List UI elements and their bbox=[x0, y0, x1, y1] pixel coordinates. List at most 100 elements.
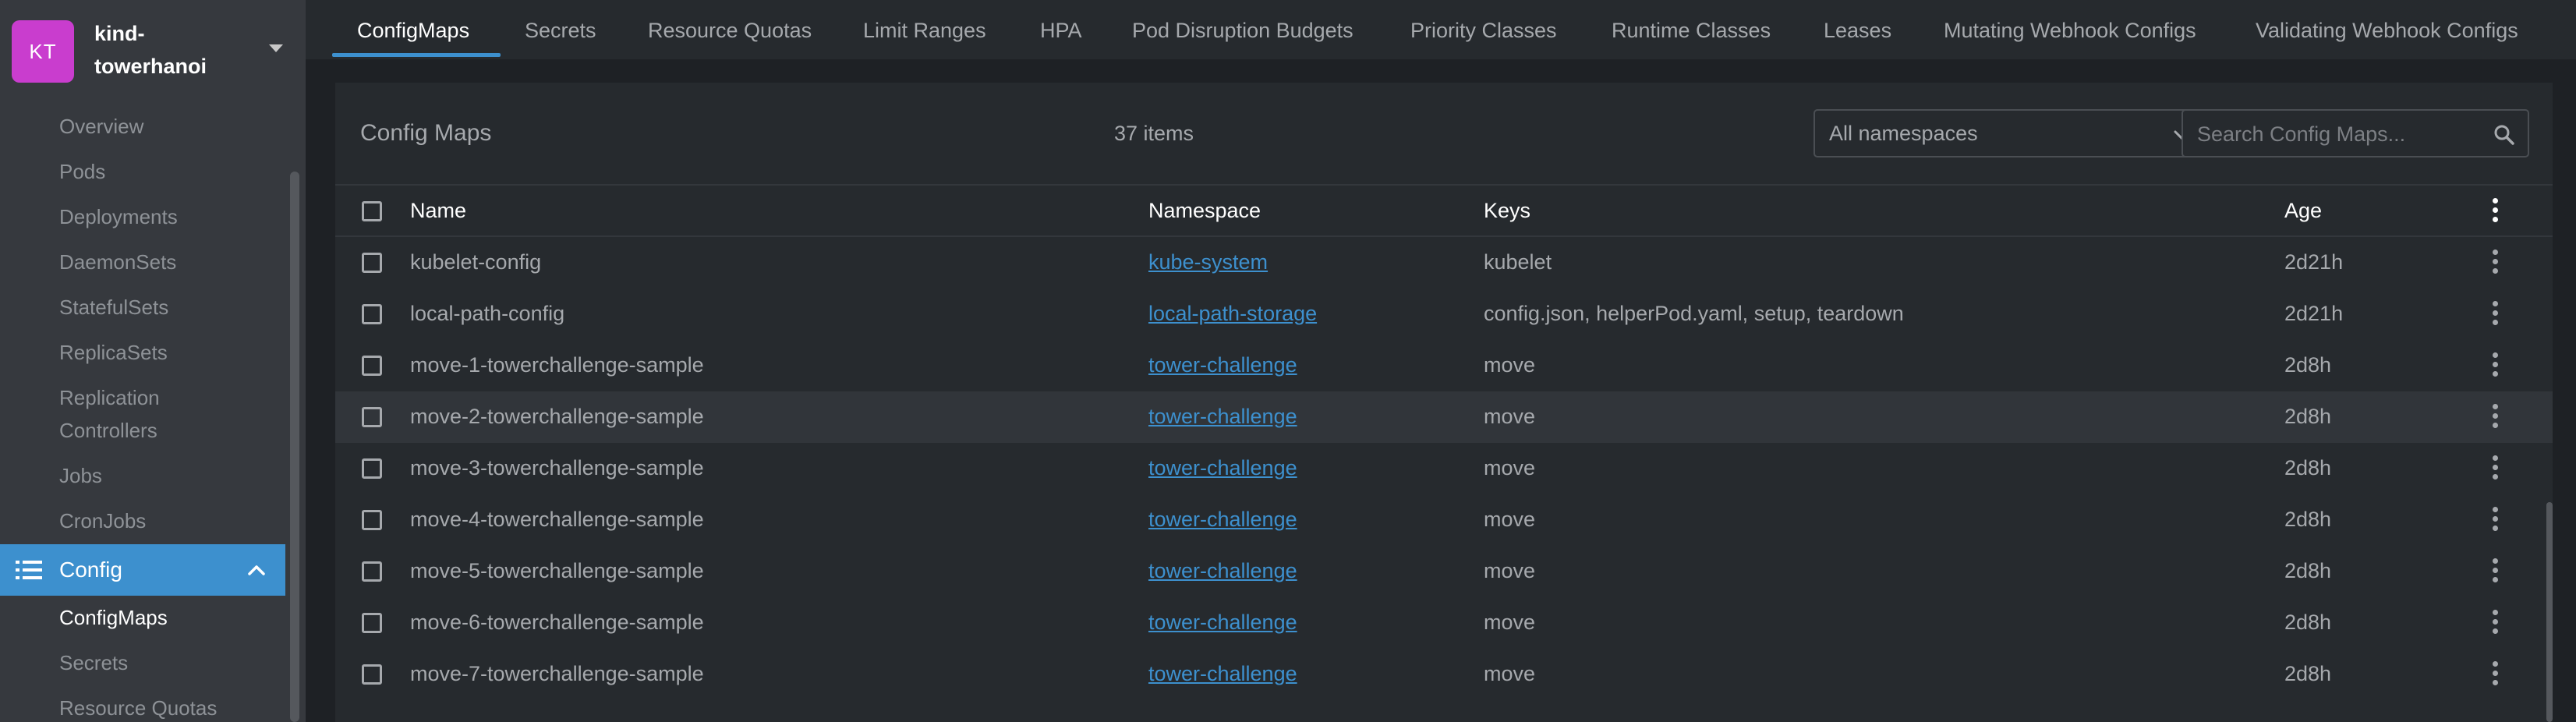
tab-leases[interactable]: Leases bbox=[1824, 16, 1891, 45]
sidebar-item-configmaps[interactable]: ConfigMaps bbox=[59, 601, 168, 634]
table-row[interactable]: kubelet-config kube-system kubelet 2d21h bbox=[335, 237, 2553, 288]
list-icon bbox=[16, 561, 42, 579]
tab-hpa[interactable]: HPA bbox=[1040, 16, 1082, 45]
row-checkbox[interactable] bbox=[362, 561, 382, 582]
table-row[interactable]: move-7-towerchallenge-sample tower-chall… bbox=[335, 649, 2553, 700]
column-header-namespace[interactable]: Namespace bbox=[1148, 196, 1261, 225]
sidebar-section-config[interactable]: Config bbox=[0, 544, 285, 596]
tab-configmaps[interactable]: ConfigMaps bbox=[357, 16, 469, 45]
row-keys: move bbox=[1484, 508, 1536, 531]
row-age: 2d8h bbox=[2284, 508, 2332, 531]
row-namespace-link[interactable]: tower-challenge bbox=[1148, 504, 1297, 535]
sidebar-item-secrets[interactable]: Secrets bbox=[59, 646, 128, 679]
row-namespace-link[interactable]: tower-challenge bbox=[1148, 607, 1297, 638]
tab-priority-classes[interactable]: Priority Classes bbox=[1410, 16, 1557, 45]
row-checkbox[interactable] bbox=[362, 356, 382, 376]
sidebar-item-resource-quotas[interactable]: Resource Quotas bbox=[59, 692, 217, 722]
row-keys: move bbox=[1484, 662, 1536, 685]
sidebar-item-cronjobs[interactable]: CronJobs bbox=[59, 504, 146, 537]
select-all-checkbox[interactable] bbox=[362, 201, 382, 221]
row-menu-icon[interactable] bbox=[2492, 507, 2498, 533]
tab-limit-ranges[interactable]: Limit Ranges bbox=[863, 16, 986, 45]
row-namespace-link[interactable]: tower-challenge bbox=[1148, 401, 1297, 432]
row-menu-icon[interactable] bbox=[2492, 455, 2498, 482]
row-menu-icon[interactable] bbox=[2492, 250, 2498, 276]
namespace-select-value: All namespaces bbox=[1829, 122, 1978, 145]
row-name[interactable]: kubelet-config bbox=[410, 246, 541, 278]
column-header-keys[interactable]: Keys bbox=[1484, 196, 1530, 225]
sidebar-item-deployments[interactable]: Deployments bbox=[59, 200, 178, 233]
row-checkbox[interactable] bbox=[362, 613, 382, 633]
sidebar-item-replicasets[interactable]: ReplicaSets bbox=[59, 336, 168, 369]
table-row[interactable]: move-3-towerchallenge-sample tower-chall… bbox=[335, 443, 2553, 494]
row-namespace-link[interactable]: tower-challenge bbox=[1148, 349, 1297, 380]
row-menu-icon[interactable] bbox=[2492, 661, 2498, 688]
sidebar-item-jobs[interactable]: Jobs bbox=[59, 459, 102, 492]
sidebar-item-statefulsets[interactable]: StatefulSets bbox=[59, 291, 168, 324]
row-checkbox[interactable] bbox=[362, 253, 382, 273]
row-name[interactable]: local-path-config bbox=[410, 298, 564, 329]
row-menu-icon[interactable] bbox=[2492, 558, 2498, 585]
table-row-highlighted[interactable]: move-2-towerchallenge-sample tower-chall… bbox=[335, 391, 2553, 443]
sidebar-item-pods[interactable]: Pods bbox=[59, 155, 105, 188]
sidebar-scrollbar-thumb[interactable] bbox=[290, 172, 299, 722]
tab-validating-webhook-configs[interactable]: Validating Webhook Configs bbox=[2256, 16, 2518, 45]
tab-resource-quotas[interactable]: Resource Quotas bbox=[648, 16, 812, 45]
table-row[interactable]: move-4-towerchallenge-sample tower-chall… bbox=[335, 494, 2553, 546]
row-checkbox[interactable] bbox=[362, 510, 382, 530]
table-scrollbar-thumb[interactable] bbox=[2546, 502, 2553, 722]
row-name[interactable]: move-6-towerchallenge-sample bbox=[410, 607, 704, 638]
row-keys: move bbox=[1484, 353, 1536, 377]
cluster-selector[interactable]: KT kind-towerhanoi bbox=[0, 0, 306, 106]
row-keys: move bbox=[1484, 405, 1536, 428]
search-box[interactable] bbox=[2181, 109, 2529, 157]
row-name[interactable]: move-1-towerchallenge-sample bbox=[410, 349, 704, 380]
table-row[interactable]: move-6-towerchallenge-sample tower-chall… bbox=[335, 597, 2553, 649]
row-keys: config.json, helperPod.yaml, setup, tear… bbox=[1484, 302, 1904, 325]
search-icon[interactable] bbox=[2493, 124, 2515, 146]
row-namespace-link[interactable]: tower-challenge bbox=[1148, 452, 1297, 483]
column-header-age[interactable]: Age bbox=[2284, 196, 2322, 225]
row-menu-icon[interactable] bbox=[2492, 610, 2498, 636]
row-name[interactable]: move-7-towerchallenge-sample bbox=[410, 658, 704, 689]
tab-secrets[interactable]: Secrets bbox=[525, 16, 596, 45]
sidebar-item-replication-controllers[interactable]: Replication Controllers bbox=[59, 381, 215, 447]
sidebar-item-overview[interactable]: Overview bbox=[59, 110, 143, 143]
active-tab-indicator bbox=[332, 53, 501, 57]
row-namespace-link[interactable]: kube-system bbox=[1148, 246, 1268, 278]
namespace-select[interactable]: All namespaces bbox=[1813, 109, 2206, 157]
row-age: 2d21h bbox=[2284, 302, 2344, 325]
tab-bar: ConfigMaps Secrets Resource Quotas Limit… bbox=[306, 0, 2576, 59]
table-row[interactable]: move-1-towerchallenge-sample tower-chall… bbox=[335, 340, 2553, 391]
column-header-name[interactable]: Name bbox=[410, 196, 466, 225]
row-checkbox[interactable] bbox=[362, 304, 382, 324]
row-checkbox[interactable] bbox=[362, 664, 382, 685]
row-menu-icon[interactable] bbox=[2492, 352, 2498, 379]
row-menu-icon[interactable] bbox=[2492, 404, 2498, 430]
row-age: 2d8h bbox=[2284, 456, 2332, 480]
row-keys: move bbox=[1484, 559, 1536, 582]
table-header: Name Namespace Keys Age bbox=[335, 184, 2553, 237]
row-menu-icon[interactable] bbox=[2492, 301, 2498, 327]
table-row[interactable]: local-path-config local-path-storage con… bbox=[335, 288, 2553, 340]
tab-mutating-webhook-configs[interactable]: Mutating Webhook Configs bbox=[1944, 16, 2196, 45]
columns-menu-icon[interactable] bbox=[2492, 198, 2498, 225]
row-namespace-link[interactable]: tower-challenge bbox=[1148, 555, 1297, 586]
row-checkbox[interactable] bbox=[362, 407, 382, 427]
row-checkbox[interactable] bbox=[362, 458, 382, 479]
tab-runtime-classes[interactable]: Runtime Classes bbox=[1612, 16, 1771, 45]
sidebar-section-label: Config bbox=[59, 557, 122, 582]
row-name[interactable]: move-2-towerchallenge-sample bbox=[410, 401, 704, 432]
row-name[interactable]: move-5-towerchallenge-sample bbox=[410, 555, 704, 586]
caret-down-icon[interactable] bbox=[269, 44, 283, 52]
row-name[interactable]: move-3-towerchallenge-sample bbox=[410, 452, 704, 483]
row-namespace-link[interactable]: tower-challenge bbox=[1148, 658, 1297, 689]
chevron-up-icon[interactable] bbox=[246, 560, 267, 580]
row-name[interactable]: move-4-towerchallenge-sample bbox=[410, 504, 704, 535]
sidebar-item-daemonsets[interactable]: DaemonSets bbox=[59, 246, 176, 278]
row-namespace-link[interactable]: local-path-storage bbox=[1148, 298, 1317, 329]
config-maps-panel: Config Maps 37 items All namespaces Name… bbox=[335, 83, 2553, 722]
table-row[interactable]: move-5-towerchallenge-sample tower-chall… bbox=[335, 546, 2553, 597]
tab-pod-disruption-budgets[interactable]: Pod Disruption Budgets bbox=[1132, 16, 1353, 45]
search-input[interactable] bbox=[2197, 119, 2478, 150]
